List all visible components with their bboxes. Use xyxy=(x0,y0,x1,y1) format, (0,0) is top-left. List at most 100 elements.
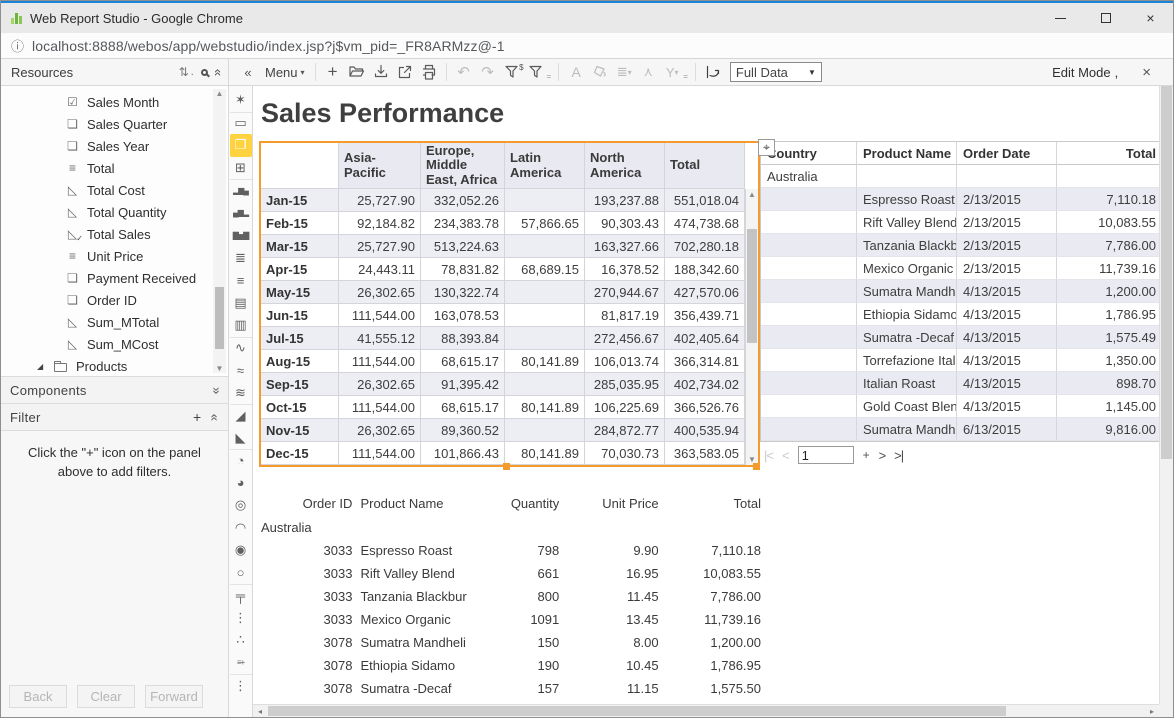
scatter-chart-icon[interactable]: ∴ xyxy=(230,629,252,652)
product-cell[interactable]: Tanzania Blackbur xyxy=(857,234,957,257)
crosstab-cell[interactable]: 234,383.78 xyxy=(421,212,505,235)
edit-mode-button[interactable]: Edit Mode , xyxy=(1052,65,1118,80)
crosstab-column-header[interactable]: North America xyxy=(585,143,665,189)
column-chart-icon[interactable]: ▂▆▄ xyxy=(230,179,252,202)
scrollbar-thumb[interactable] xyxy=(268,706,1006,716)
scrollbar-thumb[interactable] xyxy=(747,229,757,343)
product-cell[interactable]: Espresso Roast xyxy=(352,543,501,558)
crosstab-row-header[interactable]: Sep-15 xyxy=(261,373,339,396)
country-cell[interactable] xyxy=(761,349,857,372)
crosstab-column-header[interactable]: Asia-Pacific xyxy=(339,143,421,189)
crosstab-row-header[interactable]: Oct-15 xyxy=(261,396,339,419)
country-cell[interactable] xyxy=(761,418,857,441)
product-cell[interactable]: Rift Valley Blend xyxy=(352,566,501,581)
country-cell[interactable] xyxy=(761,234,857,257)
product-cell[interactable]: Sumatra Mandhel xyxy=(857,418,957,441)
crosstab-cell[interactable]: 106,013.74 xyxy=(585,350,665,373)
total-cell[interactable]: 1,200.00 xyxy=(659,635,761,650)
print-button[interactable] xyxy=(418,61,440,83)
crosstab-cell[interactable]: 272,456.67 xyxy=(585,327,665,350)
add-filter-icon[interactable]: + xyxy=(193,409,201,425)
crosstab-cell[interactable]: 163,327.66 xyxy=(585,235,665,258)
last-page-button[interactable]: >| xyxy=(894,448,903,463)
crosstab-cell[interactable] xyxy=(505,327,585,350)
line-baseline-icon[interactable]: ≋ xyxy=(230,382,252,405)
crosstab-cell[interactable]: 80,141.89 xyxy=(505,442,585,465)
product-cell[interactable] xyxy=(857,165,957,188)
crosstab-scrollbar[interactable]: ▲ ▼ xyxy=(745,189,758,465)
crosstab-row-header[interactable]: Jan-15 xyxy=(261,189,339,212)
total-cell[interactable]: 1,575.49 xyxy=(1057,326,1162,349)
dial-gauge-icon[interactable]: ◉ xyxy=(230,539,252,562)
crosstab-row-header[interactable]: Feb-15 xyxy=(261,212,339,235)
country-cell[interactable]: Australia xyxy=(761,165,857,188)
url-text[interactable]: localhost:8888/webos/app/webstudio/index… xyxy=(32,38,505,54)
order-id-header[interactable]: Order ID xyxy=(261,496,352,511)
font-button[interactable]: A xyxy=(565,61,587,83)
align-button[interactable]: ≣▾ xyxy=(613,61,635,83)
total-cell[interactable]: 11,739.16 xyxy=(659,612,761,627)
crosstab-corner-cell[interactable] xyxy=(261,143,339,189)
group-label[interactable]: Australia xyxy=(261,515,761,539)
data-mode-select[interactable]: Full Data ▼ xyxy=(730,62,822,82)
product-cell[interactable]: Sumatra Mandhel xyxy=(857,280,957,303)
sort-options-icon[interactable]: . xyxy=(191,66,194,78)
quantity-cell[interactable]: 798 xyxy=(502,543,560,558)
order-date-cell[interactable]: 4/13/2015 xyxy=(957,303,1057,326)
total-header[interactable]: Total xyxy=(659,496,761,511)
scroll-down-icon[interactable]: ▼ xyxy=(213,364,226,373)
crosstab-cell[interactable]: 284,872.77 xyxy=(585,419,665,442)
order-date-cell[interactable]: 2/13/2015 xyxy=(957,257,1057,280)
total-cell[interactable]: 10,083.55 xyxy=(659,566,761,581)
clear-button[interactable]: Clear xyxy=(77,685,135,708)
column-3d-icon[interactable]: ▇▅▇ xyxy=(230,224,252,247)
crosstab-row-header[interactable]: Jun-15 xyxy=(261,304,339,327)
product-cell[interactable]: Italian Roast xyxy=(857,372,957,395)
merge-split-button[interactable]: ⋏ xyxy=(637,61,659,83)
crosstab-row-header[interactable]: Mar-15 xyxy=(261,235,339,258)
bubble-list-icon[interactable]: ⋮ xyxy=(230,607,252,630)
crosstab-cell[interactable]: 111,544.00 xyxy=(339,396,421,419)
branch-button[interactable]: Y▾ xyxy=(661,61,683,83)
order-id-cell[interactable]: 3033 xyxy=(261,589,352,604)
crosstab-cell[interactable]: 474,738.68 xyxy=(665,212,745,235)
info-icon[interactable]: ⓘ xyxy=(11,36,24,55)
swap-axes-button[interactable] xyxy=(702,61,724,83)
crosstab-cell[interactable]: 402,734.02 xyxy=(665,373,745,396)
resources-panel-header[interactable]: Resources ⇅ . « xyxy=(1,59,229,85)
crosstab-cell[interactable] xyxy=(505,189,585,212)
crosstab-cell[interactable]: 551,018.04 xyxy=(665,189,745,212)
crosstab-cell[interactable]: 68,615.17 xyxy=(421,350,505,373)
close-report-icon[interactable]: × xyxy=(1142,64,1151,81)
details-column-header[interactable]: Country xyxy=(761,142,857,165)
total-cell[interactable]: 10,083.55 xyxy=(1057,211,1162,234)
crosstab-cell[interactable]: 26,302.65 xyxy=(339,281,421,304)
crosstab-cell[interactable]: 356,439.71 xyxy=(665,304,745,327)
stacked-column-icon[interactable]: ▄▆▂ xyxy=(230,202,252,225)
wizard-icon[interactable]: ✶ xyxy=(230,89,252,112)
save-report-button[interactable] xyxy=(370,61,392,83)
crosstab-cell[interactable]: 130,322.74 xyxy=(421,281,505,304)
order-id-cell[interactable]: 3078 xyxy=(261,658,352,673)
product-cell[interactable]: Sumatra Mandheli xyxy=(352,635,501,650)
crosstab-cell[interactable]: 91,395.42 xyxy=(421,373,505,396)
collapse-panel-icon[interactable]: « xyxy=(209,413,222,421)
scroll-up-icon[interactable]: ▲ xyxy=(213,89,226,98)
resize-handle-bottom[interactable] xyxy=(503,463,510,470)
crosstab-component[interactable]: Asia-Pacific Europe, Middle East, Africa… xyxy=(259,141,760,467)
total-cell[interactable]: 11,739.16 xyxy=(1057,257,1162,280)
unit-price-header[interactable]: Unit Price xyxy=(559,496,658,511)
resource-folder-products[interactable]: ◢ Products xyxy=(1,355,228,377)
total-cell[interactable]: 1,200.00 xyxy=(1057,280,1162,303)
crosstab-cell[interactable]: 26,302.65 xyxy=(339,419,421,442)
total-cell[interactable]: 7,110.18 xyxy=(1057,188,1162,211)
stacked-area-icon[interactable]: ◣ xyxy=(230,427,252,450)
crosstab-cell[interactable]: 111,544.00 xyxy=(339,350,421,373)
crosstab-cell[interactable]: 193,237.88 xyxy=(585,189,665,212)
open-report-button[interactable] xyxy=(346,61,368,83)
line-chart-icon[interactable]: ∿ xyxy=(230,337,252,360)
scrollbar-thumb[interactable] xyxy=(1161,86,1172,459)
country-cell[interactable] xyxy=(761,326,857,349)
filter-panel-header[interactable]: Filter + « xyxy=(1,404,228,431)
order-date-cell[interactable]: 4/13/2015 xyxy=(957,280,1057,303)
